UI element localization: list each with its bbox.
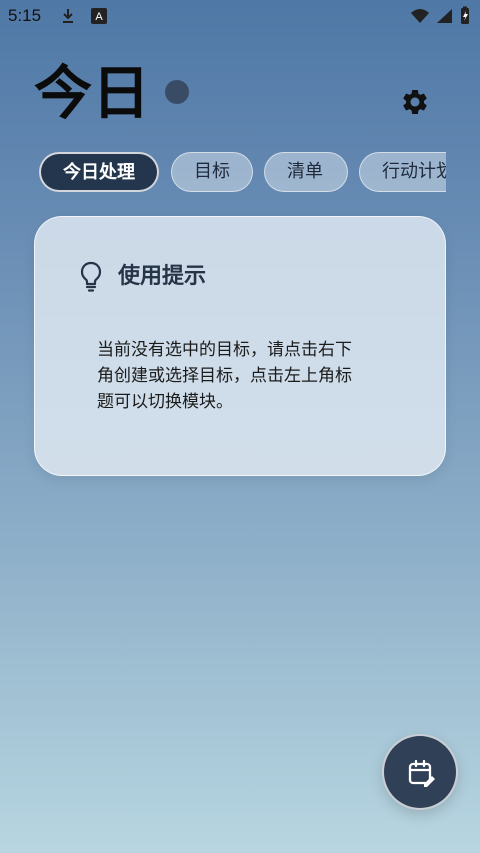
download-icon [63,9,73,23]
create-goal-button[interactable] [382,734,458,810]
lightbulb-icon [80,261,102,292]
calendar-edit-icon [408,759,435,787]
page-title[interactable]: 今日 [34,58,150,128]
battery-icon [461,6,469,24]
gear-icon[interactable] [400,87,430,117]
a-icon: A [91,8,107,24]
hint-line: 题可以切换模块。 [97,392,233,412]
tab-today[interactable]: 今日处理 [39,152,159,192]
wifi-icon [411,9,429,23]
hint-line: 当前没有选中的目标，请点击右下 [97,340,352,360]
tab-goals[interactable]: 目标 [171,152,253,192]
signal-icon [437,9,452,23]
hint-card-text: 当前没有选中的目标，请点击右下 角创建或选择目标，点击左上角标 题可以切换模块。 [97,337,387,415]
tab-action-plan[interactable]: 行动计划 [359,152,446,192]
status-time: 5:15 [8,6,42,25]
svg-text:A: A [95,11,103,23]
title-indicator-dot [165,80,189,104]
module-tabs: 今日处理 目标 清单 行动计划 [38,152,446,192]
status-bar: 5:15 A [0,0,480,32]
hint-card-title: 使用提示 [118,264,207,289]
hint-line: 角创建或选择目标，点击左上角标 [97,366,352,386]
hint-card: 使用提示 当前没有选中的目标，请点击右下 角创建或选择目标，点击左上角标 题可以… [34,216,446,476]
tab-list[interactable]: 清单 [264,152,348,192]
